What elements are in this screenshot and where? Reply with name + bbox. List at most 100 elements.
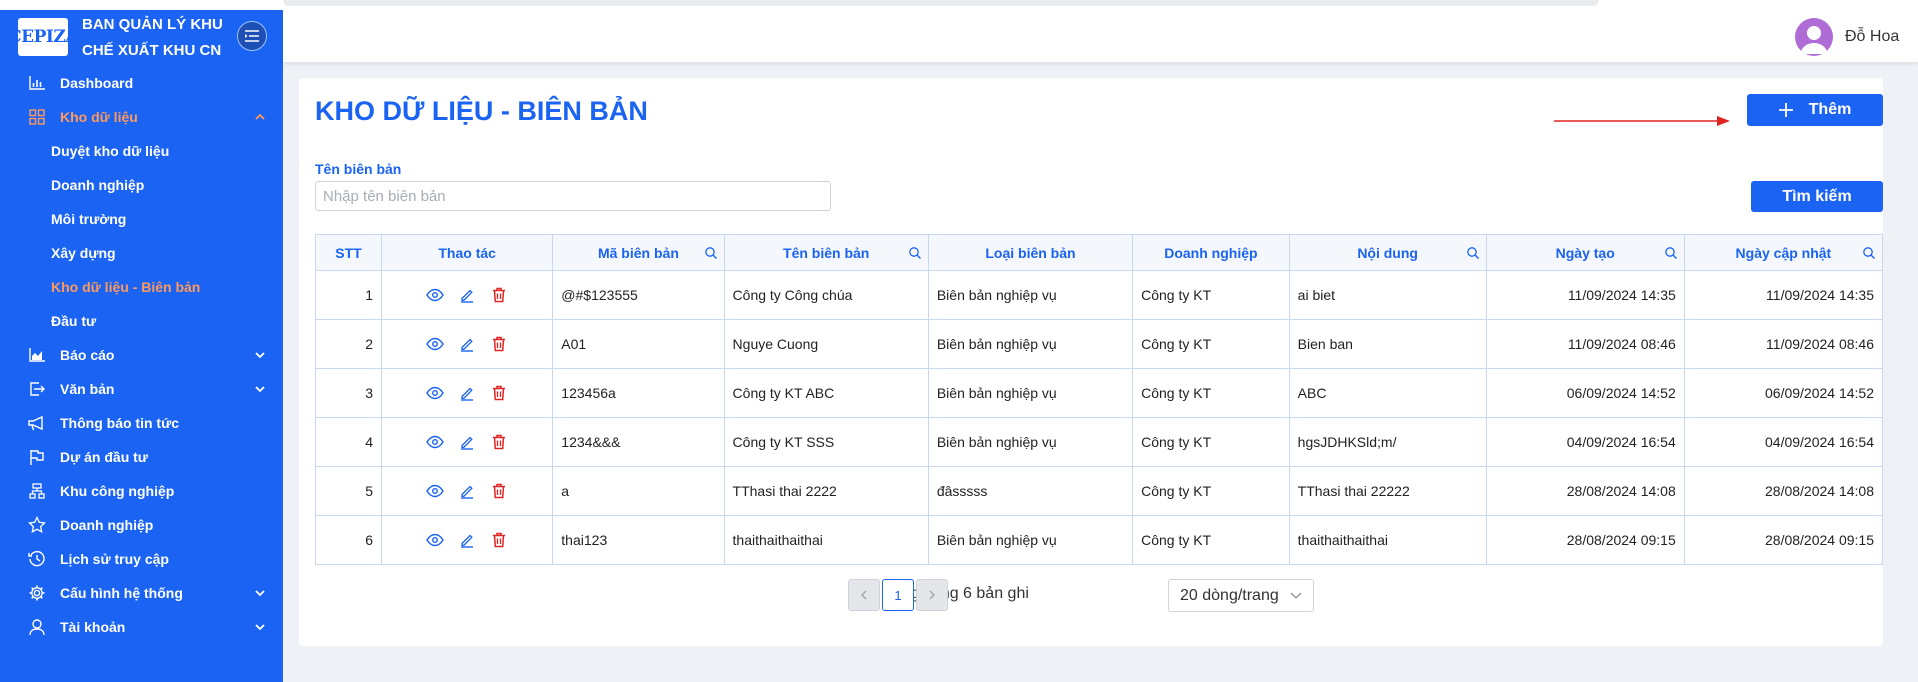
column-search-icon[interactable] (704, 246, 718, 260)
table-row: 5 a TThasi thai 2222 đâsssss Công ty KT TThas… (314, 466, 1884, 516)
cell-ten: TThasi thai 2222 (723, 466, 929, 516)
user-icon (26, 616, 48, 638)
page-size-select[interactable]: 20 dòng/trang (1168, 579, 1314, 612)
edit-button[interactable] (458, 286, 476, 304)
delete-button[interactable] (490, 531, 508, 549)
edit-button[interactable] (458, 482, 476, 500)
avatar[interactable] (1795, 18, 1833, 56)
table-row: 2 A01 Nguye Cuong Biên bản nghiệp vụ Công ty… (314, 319, 1884, 369)
cell-noidung: thaithaithaithai (1288, 515, 1487, 565)
cell-stt: 1 (314, 270, 383, 320)
cell-ma: thai123 (552, 515, 725, 565)
sidebar-item-van-ban[interactable]: Văn bản (0, 372, 283, 406)
view-button[interactable] (426, 433, 444, 451)
cell-dn: Công ty KT (1132, 515, 1290, 565)
sidebar-item-tai-khoan[interactable]: Tài khoản (0, 610, 283, 644)
edit-button[interactable] (458, 384, 476, 402)
delete-button[interactable] (490, 286, 508, 304)
sidebar-subitem-bien-ban[interactable]: Kho dữ liệu - Biên bản (0, 270, 283, 304)
sidebar-item-bao-cao[interactable]: Báo cáo (0, 338, 283, 372)
delete-button[interactable] (490, 384, 508, 402)
sidebar-item-cau-hinh[interactable]: Cấu hình hệ thống (0, 576, 283, 610)
cell-ten: Công ty KT ABC (723, 368, 929, 418)
sidebar-item-label: Dự án đầu tư (60, 449, 148, 465)
page-1-button[interactable]: 1 (882, 579, 914, 611)
menu-fold-icon (245, 30, 259, 42)
chevron-down-icon (1290, 592, 1302, 599)
view-button[interactable] (426, 384, 444, 402)
view-button[interactable] (426, 482, 444, 500)
action-group (390, 531, 544, 549)
cell-dn: Công ty KT (1132, 417, 1290, 467)
column-header-label: Loại biên bản (985, 244, 1076, 261)
ten-bien-ban-input[interactable] (315, 181, 831, 211)
delete-icon (493, 336, 506, 352)
column-search-icon[interactable] (908, 246, 922, 260)
cell-loai: Biên bản nghiệp vụ (927, 515, 1134, 565)
sidebar-subitem-duyet-kho[interactable]: Duyệt kho dữ liệu (0, 134, 283, 168)
sidebar-subitem-dau-tu[interactable]: Đầu tư (0, 304, 283, 338)
column-search-icon[interactable] (1466, 246, 1480, 260)
sidebar-item-lich-su[interactable]: Lịch sử truy cập (0, 542, 283, 576)
delete-button[interactable] (490, 335, 508, 353)
cell-tao: 06/09/2024 14:52 (1485, 368, 1685, 418)
cell-stt: 5 (314, 466, 383, 516)
cell-ten: Nguye Cuong (723, 319, 929, 369)
action-group (390, 286, 544, 304)
search-button[interactable]: Tìm kiếm (1751, 181, 1883, 212)
column-header-label: Thao tác (438, 244, 496, 261)
sidebar-item-dashboard[interactable]: Dashboard (0, 66, 283, 100)
sidebar-item-label: Thông báo tin tức (60, 415, 180, 431)
table-row: 6 thai123 thaithaithaithai Biên bản nghiệp … (314, 515, 1884, 565)
top-header: Đỗ Hoa (283, 10, 1918, 62)
column-header: Ngày cập nhật (1683, 234, 1884, 271)
edit-button[interactable] (458, 335, 476, 353)
cell-tao: 28/08/2024 09:15 (1485, 515, 1685, 565)
column-header: Ngày tạo (1485, 234, 1685, 271)
action-group (390, 482, 544, 500)
cell-ma: A01 (552, 319, 725, 369)
sidebar-item-kho-du-lieu[interactable]: Kho dữ liệu (0, 100, 283, 134)
sidebar-toggle-button[interactable] (237, 21, 267, 51)
sidebar-item-label: Lịch sử truy cập (60, 551, 169, 567)
eye-icon (426, 386, 444, 400)
edit-button[interactable] (458, 531, 476, 549)
chevron-down-icon (255, 590, 265, 597)
view-button[interactable] (426, 335, 444, 353)
delete-icon (493, 287, 506, 303)
add-button[interactable]: Thêm (1747, 94, 1883, 126)
cell-tao: 04/09/2024 16:54 (1485, 417, 1685, 467)
sidebar-subitem-doanh-nghiep[interactable]: Doanh nghiệp (0, 168, 283, 202)
prev-page-button[interactable] (848, 579, 880, 611)
brand-title-line2: CHẾ XUẤT KHU CN (82, 42, 222, 59)
export-icon (26, 378, 48, 400)
delete-button[interactable] (490, 482, 508, 500)
delete-button[interactable] (490, 433, 508, 451)
view-button[interactable] (426, 531, 444, 549)
edit-icon (461, 485, 474, 499)
eye-icon (426, 288, 444, 302)
sidebar-subitem-moi-truong[interactable]: Môi trường (0, 202, 283, 236)
sidebar-item-thong-bao[interactable]: Thông báo tin tức (0, 406, 283, 440)
main-card: KHO DỮ LIỆU - BIÊN BẢN Thêm Tên biên bản… (299, 78, 1884, 646)
column-search-icon[interactable] (1664, 246, 1678, 260)
megaphone-icon (26, 412, 48, 434)
view-button[interactable] (426, 286, 444, 304)
sidebar-item-doanh-nghiep[interactable]: Doanh nghiệp (0, 508, 283, 542)
column-header: Doanh nghiệp (1132, 234, 1290, 271)
sidebar-item-du-an[interactable]: Dự án đầu tư (0, 440, 283, 474)
edit-button[interactable] (458, 433, 476, 451)
history-icon (26, 548, 48, 570)
cell-noidung: TThasi thai 22222 (1288, 466, 1487, 516)
sidebar-item-label: Doanh nghiệp (60, 517, 154, 533)
sidebar-item-label: Báo cáo (60, 347, 115, 363)
username[interactable]: Đỗ Hoa (1845, 28, 1899, 46)
sidebar-subitem-xay-dung[interactable]: Xây dựng (0, 236, 283, 270)
row-actions (381, 368, 554, 418)
column-search-icon[interactable] (1862, 246, 1876, 260)
next-page-button[interactable] (916, 579, 948, 611)
row-actions (381, 466, 554, 516)
cell-stt: 6 (314, 515, 383, 565)
sidebar-item-khu-cong-nghiep[interactable]: Khu công nghiệp (0, 474, 283, 508)
edit-icon (461, 387, 474, 401)
